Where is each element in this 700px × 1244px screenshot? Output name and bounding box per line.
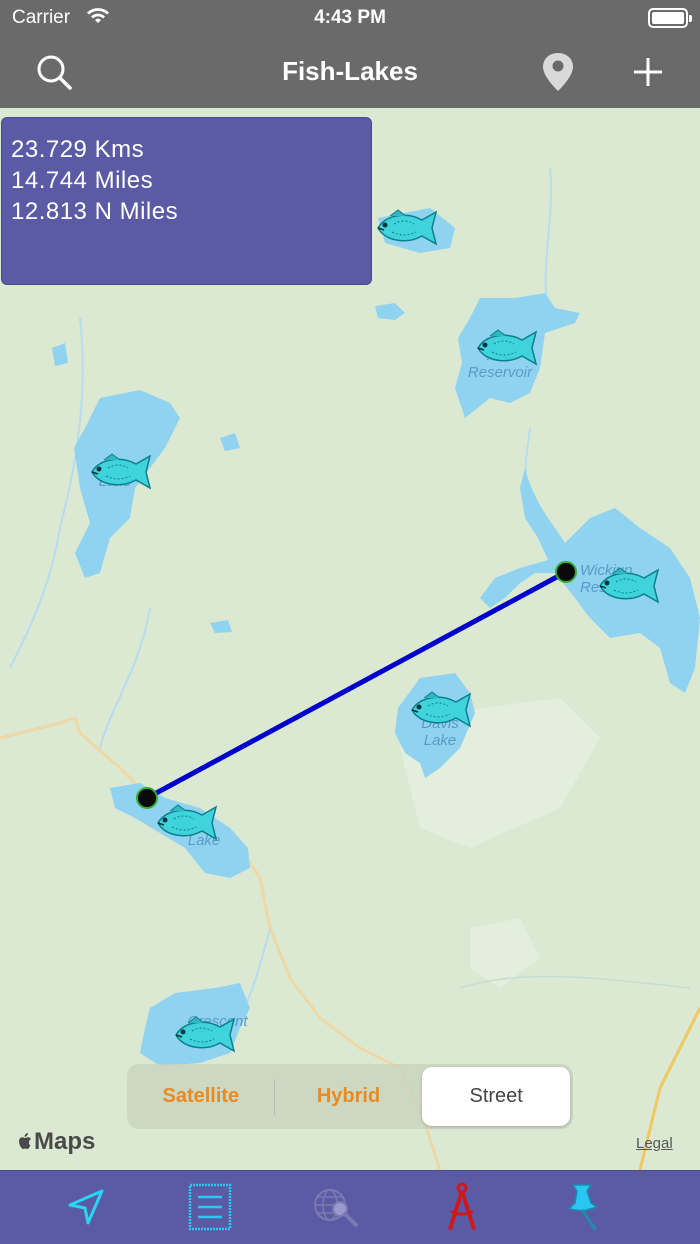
hybrid-segment[interactable]: Hybrid bbox=[275, 1067, 423, 1126]
distance-miles: 14.744 Miles bbox=[11, 167, 154, 194]
apple-logo-icon bbox=[19, 1133, 31, 1149]
fish-marker[interactable] bbox=[472, 326, 542, 370]
add-button[interactable] bbox=[626, 50, 670, 94]
fish-icon bbox=[91, 453, 152, 490]
tab-location[interactable] bbox=[58, 1181, 114, 1233]
compass-icon bbox=[448, 1182, 476, 1230]
fish-icon bbox=[599, 567, 660, 604]
fish-icon bbox=[175, 1016, 236, 1053]
fish-icon bbox=[477, 329, 538, 366]
distance-panel: 23.729 Kms 14.744 Miles 12.813 N Miles bbox=[1, 117, 372, 285]
map-type-selector: Satellite Hybrid Street bbox=[127, 1064, 573, 1129]
status-bar: Carrier 4:43 PM bbox=[0, 0, 700, 36]
fish-marker[interactable] bbox=[152, 801, 222, 845]
fish-icon bbox=[377, 209, 438, 246]
tab-measure[interactable] bbox=[434, 1181, 490, 1233]
fish-icon bbox=[411, 691, 472, 728]
fish-marker[interactable] bbox=[372, 206, 442, 250]
satellite-segment[interactable]: Satellite bbox=[127, 1067, 275, 1126]
distance-kms: 23.729 Kms bbox=[11, 136, 145, 163]
tab-bar bbox=[0, 1170, 700, 1244]
location-pin-button[interactable] bbox=[536, 50, 580, 94]
location-arrow-icon bbox=[68, 1189, 104, 1225]
plus-icon bbox=[634, 58, 662, 86]
list-icon bbox=[188, 1183, 232, 1231]
location-pin-icon bbox=[543, 53, 573, 91]
tab-list[interactable] bbox=[182, 1181, 238, 1233]
maps-logo-text: Maps bbox=[34, 1128, 96, 1155]
fish-icon bbox=[157, 804, 218, 841]
legal-link[interactable]: Legal bbox=[636, 1135, 673, 1152]
battery-icon bbox=[648, 8, 692, 28]
nav-bar: Fish-Lakes bbox=[0, 36, 700, 108]
tab-web-search[interactable] bbox=[308, 1181, 364, 1233]
fish-marker[interactable] bbox=[170, 1013, 240, 1057]
maps-logo: Maps bbox=[16, 1128, 95, 1156]
page-title: Fish-Lakes bbox=[282, 56, 418, 86]
globe-search-icon bbox=[314, 1189, 358, 1227]
fish-marker[interactable] bbox=[406, 688, 476, 732]
clock: 4:43 PM bbox=[314, 7, 386, 28]
tab-pin[interactable] bbox=[556, 1181, 612, 1233]
pushpin-icon bbox=[567, 1184, 599, 1231]
fish-marker[interactable] bbox=[594, 564, 664, 608]
fish-marker[interactable] bbox=[86, 450, 156, 494]
map-view[interactable]: CPraiReservoir MLake WickiupRes DavisLak… bbox=[0, 108, 700, 1170]
street-segment[interactable]: Street bbox=[422, 1067, 571, 1126]
distance-nautical-miles: 12.813 N Miles bbox=[11, 198, 179, 225]
